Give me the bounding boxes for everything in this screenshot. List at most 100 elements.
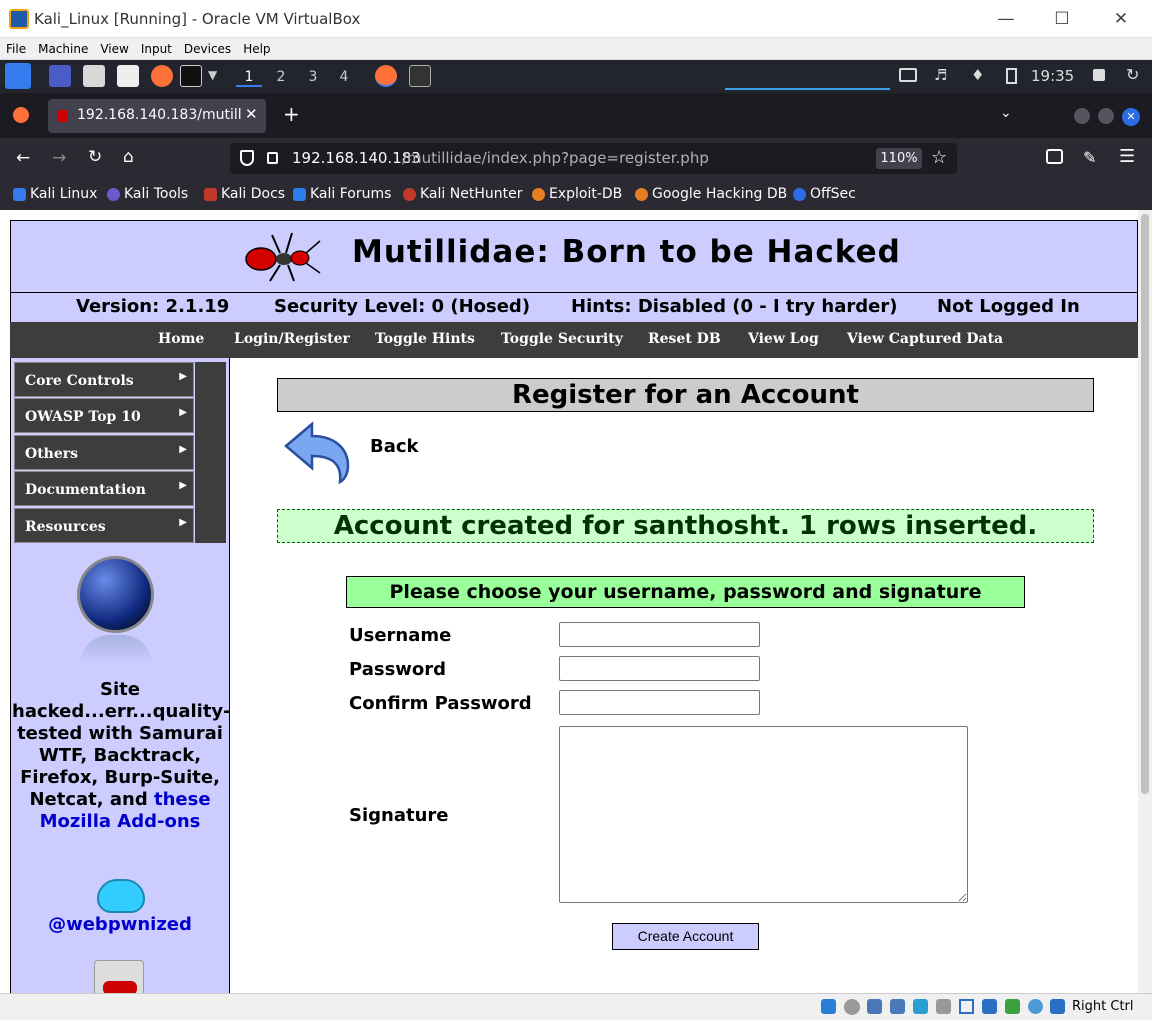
- clock[interactable]: 19:35: [1031, 67, 1074, 85]
- left-menu-documentation[interactable]: Documentation ▶: [14, 471, 194, 506]
- owasp-logo-icon[interactable]: [77, 556, 154, 633]
- tab-title: 192.168.140.183/mutillidae/: [77, 107, 242, 123]
- reload-icon[interactable]: ↻: [88, 147, 102, 167]
- ghdb-icon: [635, 187, 648, 201]
- firefox-task-icon[interactable]: [375, 65, 397, 87]
- bookmark-exploit-db[interactable]: Exploit-DB: [532, 186, 622, 202]
- app-menu-icon[interactable]: ☰: [1119, 146, 1135, 167]
- back-arrow-icon[interactable]: ←: [16, 148, 30, 168]
- ant-logo-icon: [245, 232, 321, 282]
- terminal-icon[interactable]: [180, 65, 202, 87]
- forward-arrow-icon[interactable]: →: [52, 148, 66, 168]
- bookmark-kali-nethunter[interactable]: Kali NetHunter: [403, 186, 522, 202]
- list-tabs-icon[interactable]: ⌄: [1000, 105, 1012, 121]
- signature-textarea[interactable]: [559, 726, 968, 903]
- menu-devices[interactable]: Devices: [178, 39, 237, 56]
- zoom-level[interactable]: 110%: [876, 148, 922, 169]
- shield-icon[interactable]: [240, 150, 254, 166]
- bookmark-kali-tools[interactable]: Kali Tools: [107, 186, 188, 202]
- bookmark-kali-linux[interactable]: Kali Linux: [13, 186, 97, 202]
- text-editor-icon[interactable]: [117, 65, 139, 87]
- lock-icon[interactable]: [1093, 69, 1105, 81]
- keyboard-capture-icon[interactable]: [1050, 999, 1065, 1014]
- power-icon[interactable]: ↻: [1126, 65, 1139, 84]
- extensions-icon[interactable]: ✎: [1083, 148, 1096, 167]
- usb-icon[interactable]: [913, 999, 928, 1014]
- video-capture-icon[interactable]: [982, 999, 997, 1014]
- left-menu-owasp-top-10[interactable]: OWASP Top 10 ▶: [14, 398, 194, 433]
- files-icon[interactable]: [83, 65, 105, 87]
- menu-view[interactable]: View: [94, 39, 134, 56]
- nethunter-icon: [403, 187, 416, 201]
- tab-close-icon[interactable]: ✕: [245, 105, 258, 123]
- bookmark-kali-forums[interactable]: Kali Forums: [293, 186, 391, 202]
- insecure-lock-icon[interactable]: [267, 152, 278, 164]
- max-dot-icon[interactable]: [1098, 108, 1114, 124]
- submenu-arrow-icon: ▶: [179, 444, 187, 455]
- workspace-3[interactable]: 3: [300, 67, 326, 87]
- back-link[interactable]: Back: [370, 436, 419, 457]
- home-icon[interactable]: ⌂: [123, 147, 134, 167]
- menu-machine[interactable]: Machine: [32, 39, 94, 56]
- network-icon[interactable]: [899, 68, 917, 82]
- menu-help[interactable]: Help: [237, 39, 276, 56]
- exploit-db-icon: [532, 187, 545, 201]
- menu-file[interactable]: File: [0, 39, 32, 56]
- minimize-icon[interactable]: —: [992, 8, 1020, 30]
- chevron-down-icon[interactable]: ▼: [208, 68, 217, 82]
- nav-view-captured-data[interactable]: View Captured Data: [847, 331, 1003, 347]
- new-tab-icon[interactable]: +: [283, 102, 300, 126]
- notification-bell-icon[interactable]: ♦: [971, 66, 984, 84]
- left-menu-others[interactable]: Others ▶: [14, 435, 194, 470]
- nav-reset-db[interactable]: Reset DB: [648, 331, 721, 347]
- pocket-icon[interactable]: [1046, 149, 1063, 164]
- scrollbar-thumb[interactable]: [1141, 214, 1149, 794]
- close-dot-icon[interactable]: ✕: [1122, 108, 1140, 126]
- menu-input[interactable]: Input: [135, 39, 178, 56]
- firefox-view-icon[interactable]: [13, 107, 29, 123]
- mouse-integration-icon[interactable]: [1028, 999, 1043, 1014]
- workspace-1[interactable]: 1: [236, 67, 262, 87]
- optical-drive-icon[interactable]: [844, 999, 860, 1015]
- nav-login-register[interactable]: Login/Register: [234, 331, 350, 347]
- password-field[interactable]: [559, 656, 760, 681]
- tab-active[interactable]: 192.168.140.183/mutillidae/ ✕: [48, 99, 266, 133]
- terminal-task-icon[interactable]: [409, 65, 431, 87]
- url-bar[interactable]: 192.168.140.183 /mutillidae/index.php?pa…: [230, 143, 957, 174]
- nav-toggle-security[interactable]: Toggle Security: [501, 331, 623, 347]
- network-adapter-icon[interactable]: [890, 999, 905, 1014]
- nav-view-log[interactable]: View Log: [748, 331, 819, 347]
- submenu-arrow-icon: ▶: [179, 407, 187, 418]
- volume-icon[interactable]: ♬: [934, 66, 947, 84]
- shared-folders-icon[interactable]: [936, 999, 951, 1014]
- bookmark-offsec[interactable]: OffSec: [793, 186, 856, 202]
- workspace-4[interactable]: 4: [331, 67, 357, 87]
- left-menu-core-controls[interactable]: Core Controls ▶: [14, 362, 194, 397]
- bookmark-kali-docs[interactable]: Kali Docs: [204, 186, 285, 202]
- confirm-password-field[interactable]: [559, 690, 760, 715]
- battery-icon[interactable]: [1006, 68, 1017, 84]
- back-arrow-icon[interactable]: [282, 420, 352, 484]
- display-icon[interactable]: [959, 999, 974, 1014]
- close-icon[interactable]: ✕: [1107, 8, 1135, 30]
- hints-label: Hints: Disabled (0 - I try harder): [571, 296, 898, 317]
- cpu-icon[interactable]: [1005, 999, 1020, 1014]
- nav-home[interactable]: Home: [158, 331, 204, 347]
- firefox-icon[interactable]: [151, 65, 173, 87]
- create-account-button[interactable]: Create Account: [612, 923, 759, 950]
- bookmark-google-hacking-db[interactable]: Google Hacking DB: [635, 186, 787, 202]
- left-menu-resources[interactable]: Resources ▶: [14, 508, 194, 543]
- desktop-icon[interactable]: [49, 65, 71, 87]
- success-message: Account created for santhosht. 1 rows in…: [277, 509, 1094, 543]
- kali-menu-icon[interactable]: [5, 63, 31, 89]
- maximize-icon[interactable]: ☐: [1048, 8, 1076, 30]
- min-dot-icon[interactable]: [1074, 108, 1090, 124]
- workspace-2[interactable]: 2: [268, 67, 294, 87]
- twitter-bird-icon[interactable]: [97, 879, 145, 913]
- bookmark-star-icon[interactable]: ☆: [931, 147, 947, 168]
- nav-toggle-hints[interactable]: Toggle Hints: [375, 331, 475, 347]
- storage-icon[interactable]: [821, 999, 836, 1014]
- audio-icon[interactable]: [867, 999, 882, 1014]
- username-field[interactable]: [559, 622, 760, 647]
- twitter-link[interactable]: @webpwnized: [12, 914, 228, 935]
